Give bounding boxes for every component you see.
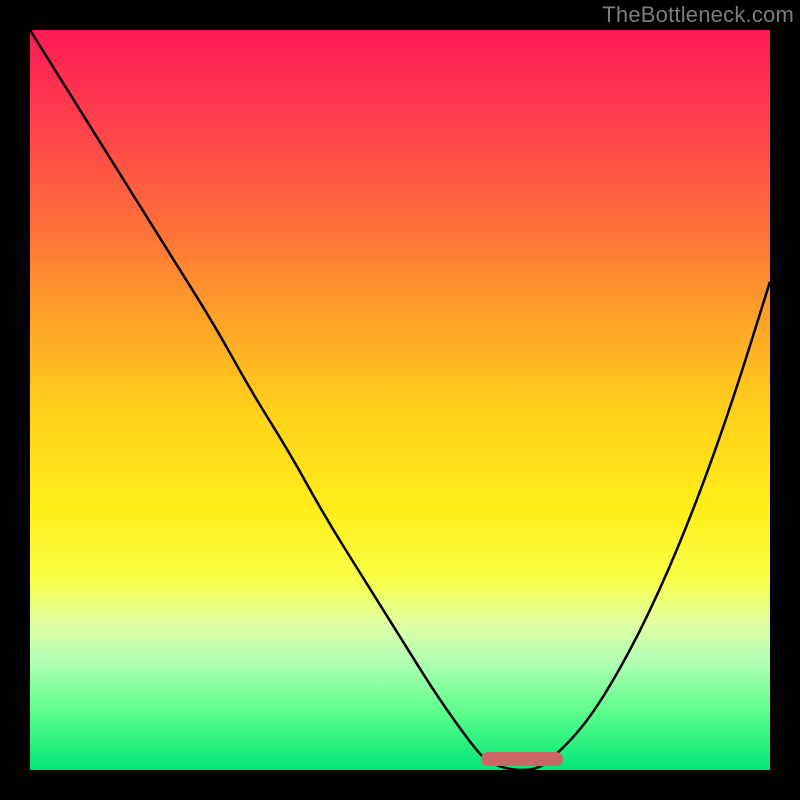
- bottleneck-curve-line: [30, 30, 770, 770]
- bottleneck-chart: TheBottleneck.com: [0, 0, 800, 800]
- watermark-text: TheBottleneck.com: [602, 2, 794, 28]
- plot-area: [30, 30, 770, 770]
- optimal-range-marker: [481, 752, 562, 766]
- curve-svg: [30, 30, 770, 770]
